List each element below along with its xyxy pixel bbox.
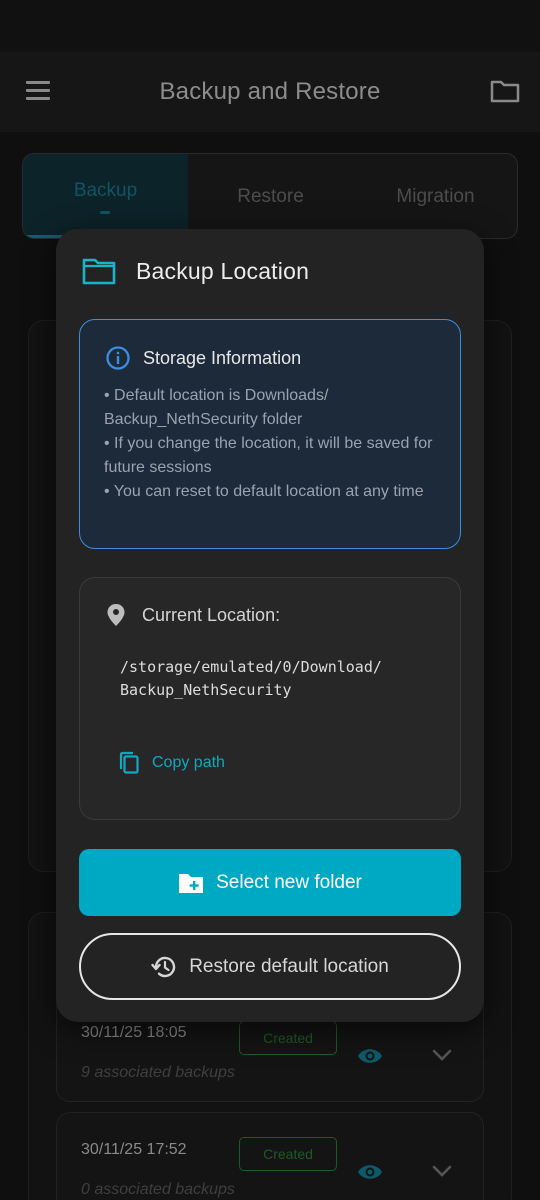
restore-default-location-button[interactable]: Restore default location <box>79 933 461 1000</box>
info-line: • You can reset to default location at a… <box>104 483 424 500</box>
restore-default-location-label: Restore default location <box>189 955 389 977</box>
create-new-folder-icon <box>178 872 204 894</box>
copy-icon <box>118 751 140 775</box>
current-location-path: /storage/emulated/0/Download/ Backup_Net… <box>120 656 420 702</box>
info-icon <box>105 345 131 371</box>
copy-path-button[interactable]: Copy path <box>118 750 225 776</box>
info-line: • Default location is Downloads/ Backup_… <box>104 387 329 428</box>
storage-info-text: • Default location is Downloads/ Backup_… <box>104 384 450 504</box>
dialog-header: Backup Location <box>82 255 309 287</box>
current-location-label: Current Location: <box>142 604 281 625</box>
storage-info-title: Storage Information <box>143 347 302 368</box>
history-icon <box>151 954 177 980</box>
path-line: Backup_NethSecurity <box>120 681 292 699</box>
copy-path-label: Copy path <box>152 754 225 771</box>
storage-info-header: Storage Information <box>105 345 301 371</box>
path-line: /storage/emulated/0/Download/ <box>120 658 382 676</box>
dialog-title: Backup Location <box>136 257 310 284</box>
folder-icon <box>82 257 116 285</box>
select-new-folder-button[interactable]: Select new folder <box>79 849 461 916</box>
location-pin-icon <box>106 603 126 627</box>
select-new-folder-label: Select new folder <box>216 871 362 893</box>
info-line: • If you change the location, it will be… <box>104 435 433 476</box>
storage-info-box: Storage Information • Default location i… <box>79 319 461 549</box>
current-location-box: Current Location: /storage/emulated/0/Do… <box>79 577 461 820</box>
current-location-header: Current Location: <box>106 603 280 627</box>
backup-location-dialog: Backup Location Storage Information • De… <box>56 229 484 1022</box>
